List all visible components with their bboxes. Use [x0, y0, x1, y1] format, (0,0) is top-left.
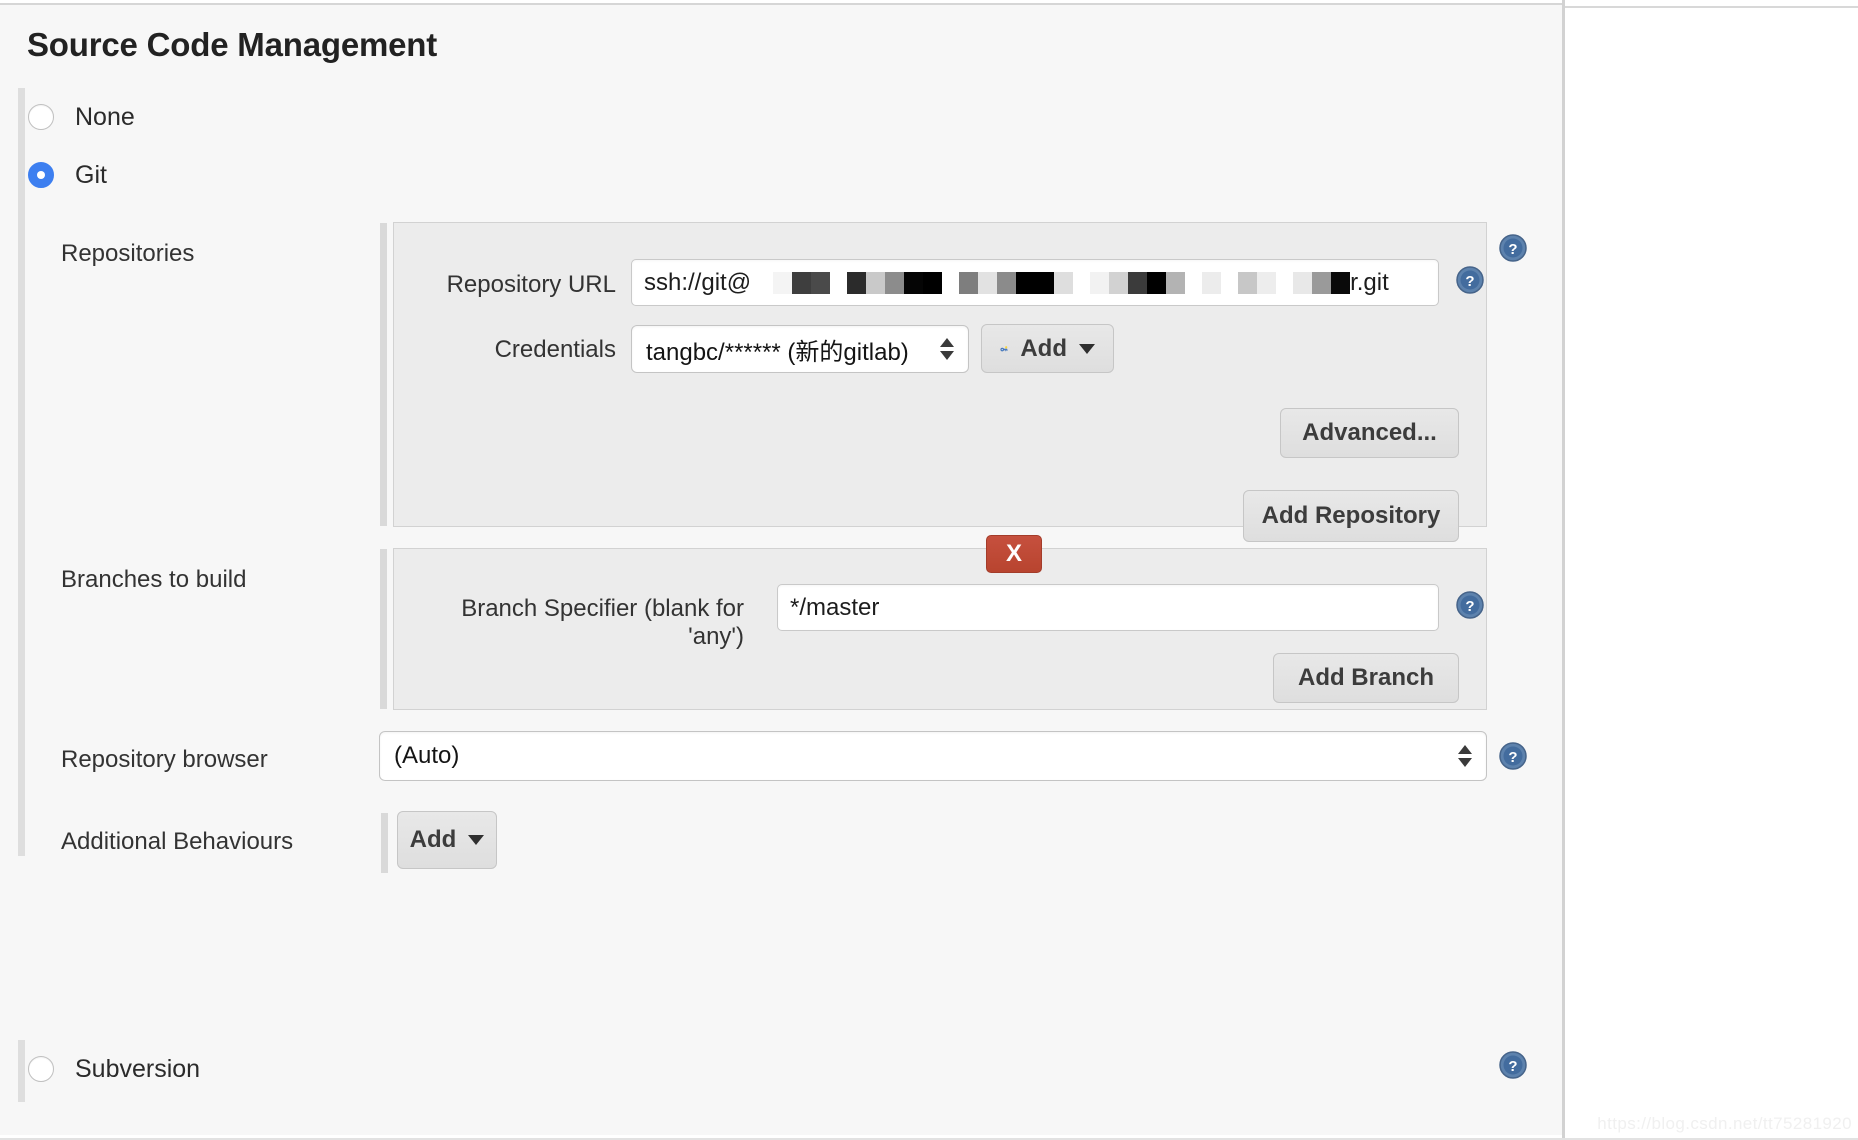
- branches-label: Branches to build: [61, 566, 247, 593]
- scm-option-subversion[interactable]: Subversion: [18, 1040, 1562, 1098]
- scm-radio-group: None Git: [18, 88, 1562, 196]
- svg-text:?: ?: [1465, 273, 1474, 290]
- repository-url-label: Repository URL: [446, 271, 616, 298]
- site-watermark: https://blog.csdn.net/tt75281920: [1597, 1114, 1852, 1133]
- radio-none[interactable]: [28, 104, 54, 130]
- credentials-selected-value: tangbc/****** (新的gitlab): [646, 338, 909, 366]
- scm-option-none[interactable]: None: [18, 88, 1562, 146]
- credentials-select[interactable]: tangbc/****** (新的gitlab): [631, 325, 969, 373]
- add-repository-button-label: Add Repository: [1261, 502, 1441, 529]
- top-divider: [0, 3, 1562, 5]
- radio-git[interactable]: [28, 162, 54, 188]
- advanced-button[interactable]: Advanced...: [1280, 408, 1459, 458]
- branch-specifier-value: */master: [790, 593, 880, 621]
- add-credentials-label: Add: [1020, 334, 1067, 362]
- repositories-label: Repositories: [61, 240, 195, 267]
- additional-behaviours-accent-bar: [381, 813, 388, 873]
- scm-option-git-label: Git: [75, 160, 107, 189]
- repository-url-input[interactable]: ssh://git@ r.git: [631, 259, 1439, 306]
- advanced-button-label: Advanced...: [1302, 419, 1437, 446]
- branch-specifier-help-icon[interactable]: ?: [1456, 591, 1484, 619]
- credentials-label: Credentials: [494, 336, 616, 363]
- repository-browser-help-icon[interactable]: ?: [1499, 742, 1527, 770]
- stepper-arrows-icon: [1458, 741, 1472, 771]
- radio-subversion[interactable]: [28, 1056, 54, 1082]
- branches-row: Branches to build Branch Specifier (blan…: [18, 535, 1562, 748]
- branch-specifier-input[interactable]: */master: [777, 584, 1439, 631]
- scm-subversion-group: Subversion: [18, 1040, 1562, 1102]
- add-behaviour-button-label: Add: [409, 826, 457, 853]
- add-branch-button[interactable]: Add Branch: [1273, 653, 1459, 703]
- svg-text:?: ?: [1465, 598, 1474, 615]
- branch-entry-accent-bar: [380, 549, 387, 709]
- svg-text:?: ?: [1508, 1058, 1517, 1075]
- add-repository-button[interactable]: Add Repository: [1243, 490, 1459, 542]
- branch-entry-panel: Branch Specifier (blank for 'any') */mas…: [380, 548, 1487, 710]
- right-pane-divider: [1565, 6, 1858, 8]
- svg-text:?: ?: [1508, 749, 1517, 766]
- svg-text:?: ?: [1508, 241, 1517, 258]
- repository-entry-panel: Repository URL ssh://git@ r.git ? Creden…: [380, 222, 1487, 542]
- repository-url-prefix: ssh://git@: [644, 268, 752, 296]
- scm-config-page: Source Code Management None Git Reposito…: [0, 0, 1858, 1140]
- repository-url-help-icon[interactable]: ?: [1456, 266, 1484, 294]
- page-title: Source Code Management: [27, 26, 438, 63]
- branch-specifier-label: Branch Specifier (blank for 'any'): [461, 595, 744, 650]
- scm-option-none-label: None: [75, 102, 135, 131]
- delete-branch-button[interactable]: X: [986, 535, 1042, 573]
- right-sidebar-pane: [1565, 6, 1858, 1140]
- vertical-divider: [1562, 0, 1565, 1140]
- repository-browser-label: Repository browser: [61, 746, 268, 773]
- delete-branch-button-label: X: [1005, 540, 1022, 567]
- key-icon: [1000, 345, 1008, 351]
- chevron-down-icon: [468, 835, 485, 845]
- add-branch-button-label: Add Branch: [1297, 664, 1434, 691]
- repository-entry-accent-bar: [380, 223, 387, 526]
- repository-browser-select[interactable]: (Auto): [379, 731, 1487, 781]
- repository-url-suffix: r.git: [1350, 268, 1389, 296]
- chevron-down-icon: [1079, 343, 1095, 354]
- scm-option-subversion-label: Subversion: [75, 1054, 201, 1083]
- add-behaviour-button[interactable]: Add: [397, 811, 497, 869]
- additional-behaviours-label: Additional Behaviours: [61, 828, 294, 855]
- repository-browser-value: (Auto): [394, 742, 460, 769]
- repositories-help-icon[interactable]: ?: [1499, 234, 1527, 262]
- repository-browser-row: Repository browser (Auto) ?: [18, 726, 1562, 816]
- repository-url-redaction: [773, 271, 1351, 294]
- add-credentials-button[interactable]: Add: [981, 324, 1114, 373]
- repositories-row: Repositories Repository URL ssh://git@ r…: [18, 222, 1562, 542]
- subversion-help-icon[interactable]: ?: [1499, 1051, 1527, 1079]
- git-settings-body: Repositories Repository URL ssh://git@ r…: [18, 196, 1562, 873]
- stepper-arrows-icon: [940, 334, 954, 364]
- additional-behaviours-row: Additional Behaviours Add: [18, 806, 1562, 896]
